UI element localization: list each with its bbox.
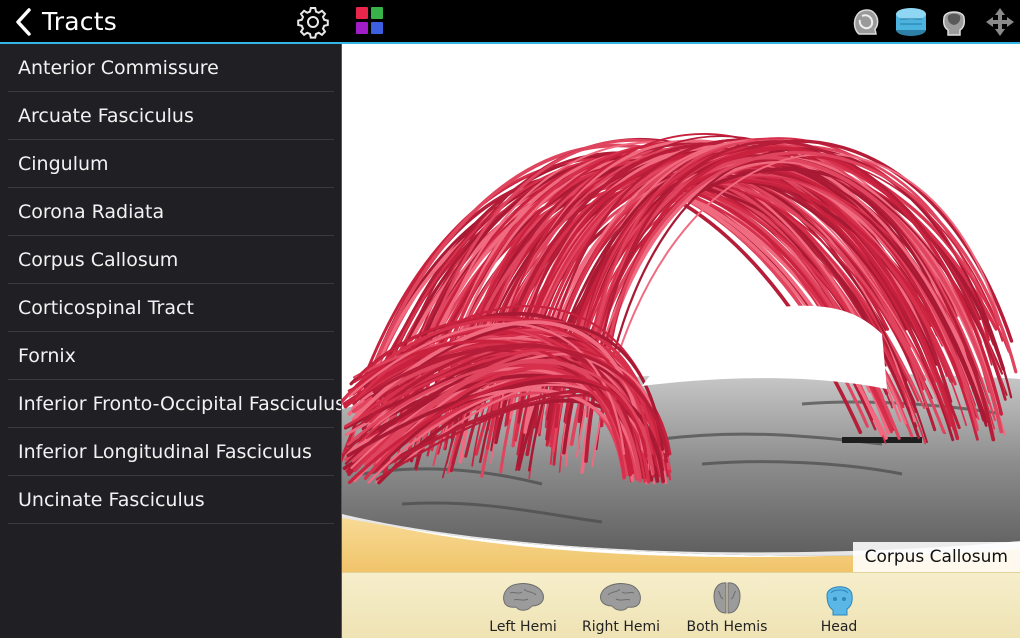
- list-item-label: Cingulum: [18, 153, 109, 175]
- list-item-label: Inferior Fronto-Occipital Fasciculus: [18, 393, 346, 415]
- arch-opening: [642, 305, 887, 389]
- color-swatch: [371, 22, 383, 34]
- color-swatch: [356, 22, 368, 34]
- head-label: Head: [820, 619, 858, 635]
- list-item[interactable]: Cingulum: [8, 140, 334, 188]
- right-hemisphere-icon: [600, 583, 641, 611]
- structure-caption: Corpus Callosum: [852, 542, 1020, 572]
- color-grid-icon[interactable]: [356, 7, 384, 35]
- color-swatch: [371, 7, 383, 19]
- tract-3d-viewport[interactable]: Corpus Callosum: [342, 44, 1020, 572]
- list-item[interactable]: Anterior Commissure: [8, 44, 334, 92]
- both-hemispheres-icon: [713, 582, 741, 614]
- page-title: Tracts: [42, 7, 117, 36]
- tract-rendering: [342, 133, 1020, 572]
- list-item-label: Anterior Commissure: [18, 57, 219, 79]
- right-hemi-label: Right Hemi: [582, 619, 660, 635]
- list-item-label: Corona Radiata: [18, 201, 165, 223]
- list-item[interactable]: Inferior Fronto-Occipital Fasciculus: [8, 380, 345, 428]
- left-hemi-button[interactable]: Left Hemi: [478, 577, 568, 637]
- brain-slab-icon[interactable]: [894, 6, 928, 38]
- list-item-label: Corticospinal Tract: [18, 297, 194, 319]
- list-item[interactable]: Corpus Callosum: [8, 236, 334, 284]
- list-item-label: Corpus Callosum: [18, 249, 179, 271]
- head-side-icon[interactable]: [850, 6, 882, 38]
- both-hemis-button[interactable]: Both Hemis: [682, 577, 772, 637]
- list-item[interactable]: Uncinate Fasciculus: [8, 476, 334, 524]
- skull-front-icon[interactable]: [938, 6, 970, 38]
- action-bar: Tracts: [0, 0, 1020, 44]
- list-item-label: Arcuate Fasciculus: [18, 105, 194, 127]
- right-hemi-button[interactable]: Right Hemi: [576, 577, 666, 637]
- tract-list: Anterior Commissure Arcuate Fasciculus C…: [0, 44, 345, 638]
- left-hemisphere-icon: [503, 583, 544, 611]
- left-hemi-label: Left Hemi: [489, 619, 557, 635]
- list-item[interactable]: Corticospinal Tract: [8, 284, 334, 332]
- gear-icon[interactable]: [296, 5, 330, 39]
- list-item-label: Inferior Longitudinal Fasciculus: [18, 441, 312, 463]
- list-item-label: Fornix: [18, 345, 76, 367]
- head-icon: [826, 586, 853, 616]
- list-item[interactable]: Corona Radiata: [8, 188, 334, 236]
- list-item[interactable]: Inferior Longitudinal Fasciculus: [8, 428, 334, 476]
- list-item-label: Uncinate Fasciculus: [18, 489, 205, 511]
- list-item[interactable]: Arcuate Fasciculus: [8, 92, 334, 140]
- list-item[interactable]: Fornix: [8, 332, 334, 380]
- view-toolbar: Left Hemi Right Hemi Both Hemis Head: [342, 572, 1020, 638]
- both-hemis-label: Both Hemis: [686, 619, 768, 635]
- color-swatch: [356, 7, 368, 19]
- head-button[interactable]: Head: [794, 577, 884, 637]
- move-arrows-icon[interactable]: [984, 6, 1016, 38]
- chevron-left-icon[interactable]: [12, 7, 36, 37]
